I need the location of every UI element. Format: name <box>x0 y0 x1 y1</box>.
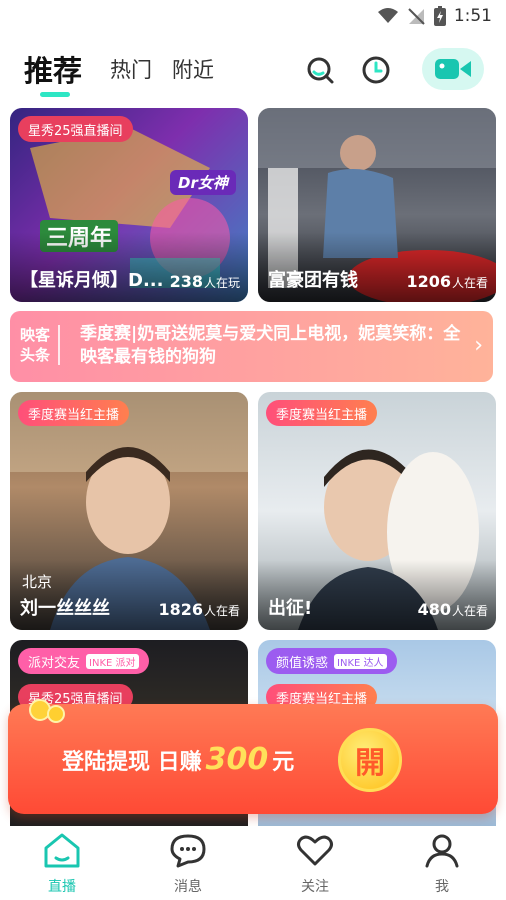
top-nav: 推荐 热门 附近 <box>0 40 506 100</box>
promo-text: 登陆提现 日赚 300 元 <box>62 742 294 777</box>
video-camera-icon <box>435 59 471 79</box>
nav-follow[interactable]: 关注 <box>275 832 355 896</box>
live-card[interactable]: 富豪团有钱 1206人在看 <box>258 108 496 302</box>
tab-nearby[interactable]: 附近 <box>172 54 214 84</box>
status-bar: 1:51 <box>0 0 506 34</box>
nav-live-label: 直播 <box>48 879 76 895</box>
viewer-count-number: 1206 <box>406 272 451 291</box>
category-tag-label: 派对交友 <box>28 655 81 671</box>
headline-banner[interactable]: 映客头条 季度赛|奶哥送妮莫与爱犬同上电视，妮莫笑称：全映客最有钱的狗狗 › <box>10 311 493 382</box>
viewer-count: 238人在玩 <box>170 272 240 291</box>
headline-logo: 映客头条 <box>20 325 60 365</box>
featured-tag: 季度赛当红主播 <box>266 400 378 426</box>
open-reward-button[interactable]: 開 <box>338 728 402 792</box>
category-tag: 颜值诱惑 INKE 达人 <box>266 648 397 674</box>
card-title: 富豪团有钱 <box>268 270 358 291</box>
viewer-count-number: 480 <box>417 600 451 619</box>
category-tag-badge: INKE 派对 <box>86 653 139 669</box>
no-signal-icon <box>408 8 425 25</box>
viewer-count: 480人在看 <box>418 600 488 619</box>
start-live-button[interactable] <box>422 48 484 90</box>
promo-text-before: 登陆提现 日赚 <box>62 750 202 775</box>
nav-live[interactable]: 直播 <box>22 832 102 896</box>
viewer-count-unit: 人在玩 <box>203 276 240 290</box>
viewer-count: 1206人在看 <box>406 272 488 291</box>
viewer-count-number: 238 <box>169 272 203 291</box>
viewer-count: 1826人在看 <box>158 600 240 619</box>
card-title: 出征! <box>268 598 313 619</box>
nav-messages[interactable]: 消息 <box>148 832 228 896</box>
viewer-count-unit: 人在看 <box>451 276 488 290</box>
withdraw-promo-banner[interactable]: 登陆提现 日赚 300 元 開 <box>8 699 498 814</box>
viewer-count-unit: 人在看 <box>451 604 488 618</box>
poster-text: Dr女神 <box>170 170 236 195</box>
chevron-right-icon: › <box>474 333 483 358</box>
coins-icon <box>29 699 65 723</box>
heart-icon <box>297 835 333 866</box>
rank-tag: 星秀25强直播间 <box>18 116 133 142</box>
home-icon <box>44 833 80 868</box>
promo-amount: 300 <box>205 742 269 777</box>
battery-charging-icon <box>433 6 446 26</box>
live-card[interactable]: Dr女神 三周年 星秀25强直播间 【星诉月倾】D... 238人在玩 <box>10 108 248 302</box>
wifi-icon <box>377 8 398 23</box>
tab-recommended[interactable]: 推荐 <box>24 48 82 90</box>
history-icon[interactable] <box>360 54 392 86</box>
nav-me[interactable]: 我 <box>402 832 482 896</box>
featured-tag: 季度赛当红主播 <box>18 400 130 426</box>
profile-icon <box>425 834 459 868</box>
nav-messages-label: 消息 <box>174 879 202 895</box>
bottom-nav: 直播 消息 关注 我 <box>0 826 506 900</box>
card-title: 刘一丝丝丝 <box>20 598 110 619</box>
message-icon <box>170 834 206 868</box>
nav-me-label: 我 <box>435 879 449 895</box>
category-tag-badge: INKE 达人 <box>334 653 387 669</box>
headline-text: 季度赛|奶哥送妮莫与爱犬同上电视，妮莫笑称：全映客最有钱的狗狗 <box>80 324 461 367</box>
nav-follow-label: 关注 <box>301 879 329 895</box>
category-tag: 派对交友 INKE 派对 <box>18 648 149 674</box>
category-tag-label: 颜值诱惑 <box>276 655 329 671</box>
viewer-count-unit: 人在看 <box>203 604 240 618</box>
status-time: 1:51 <box>453 6 492 26</box>
live-card[interactable]: 季度赛当红主播 北京 刘一丝丝丝 1826人在看 <box>10 392 248 630</box>
search-icon[interactable] <box>304 54 336 86</box>
tab-popular[interactable]: 热门 <box>110 54 152 84</box>
promo-text-after: 元 <box>272 750 295 775</box>
active-tab-indicator <box>40 92 70 97</box>
viewer-count-number: 1826 <box>158 600 203 619</box>
live-card[interactable]: 季度赛当红主播 出征! 480人在看 <box>258 392 496 630</box>
location-label: 北京 <box>22 573 53 591</box>
card-title: 【星诉月倾】D... <box>20 270 164 291</box>
